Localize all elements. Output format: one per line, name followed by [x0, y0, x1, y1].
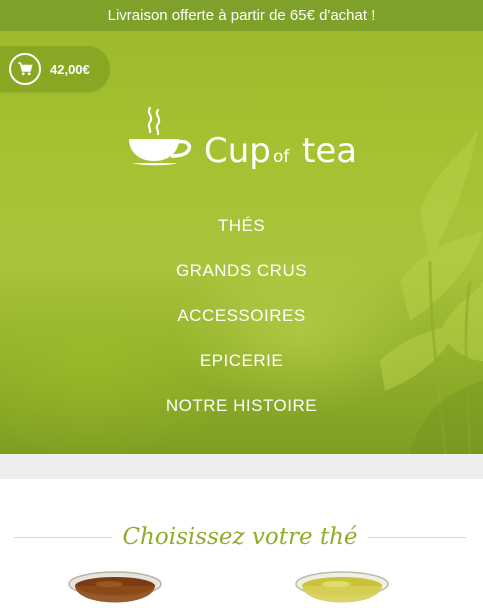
choose-tea-heading: Choisissez votre thé — [14, 520, 466, 554]
heading-rule-left — [14, 536, 113, 538]
nav-item-epicerie[interactable]: EPICERIE — [0, 347, 483, 392]
steaming-teacup-icon — [129, 106, 192, 166]
cup-of-tea-logo[interactable]: Cup of tea — [127, 106, 362, 176]
nav-item-accessoires[interactable]: ACCESSOIRES — [0, 302, 483, 347]
free-shipping-text: Livraison offerte à partir de 65€ d'acha… — [107, 7, 376, 24]
nav-item-grands-crus[interactable]: GRANDS CRUS — [0, 257, 483, 302]
section-divider — [0, 454, 483, 479]
hero-banner: 42,00€ Cup of tea THÉS GRANDS CRUS ACCES… — [0, 31, 483, 454]
cart-icon — [9, 53, 41, 85]
section-title: Choisissez votre thé — [122, 524, 358, 550]
nav-item-notre-histoire[interactable]: NOTRE HISTOIRE — [0, 392, 483, 437]
free-shipping-banner: Livraison offerte à partir de 65€ d'acha… — [0, 0, 483, 31]
logo-word-tea: tea — [302, 131, 358, 171]
logo-word-of: of — [273, 147, 290, 167]
cart-total: 42,00€ — [50, 61, 90, 77]
main-nav: THÉS GRANDS CRUS ACCESSOIRES EPICERIE NO… — [0, 212, 483, 437]
heading-rule-right — [367, 536, 466, 538]
logo-word-cup: Cup — [204, 131, 271, 171]
black-tea-cup-image[interactable] — [65, 568, 165, 608]
cart-button[interactable]: 42,00€ — [0, 46, 110, 92]
green-tea-cup-image[interactable] — [292, 568, 392, 608]
nav-item-thes[interactable]: THÉS — [0, 212, 483, 257]
